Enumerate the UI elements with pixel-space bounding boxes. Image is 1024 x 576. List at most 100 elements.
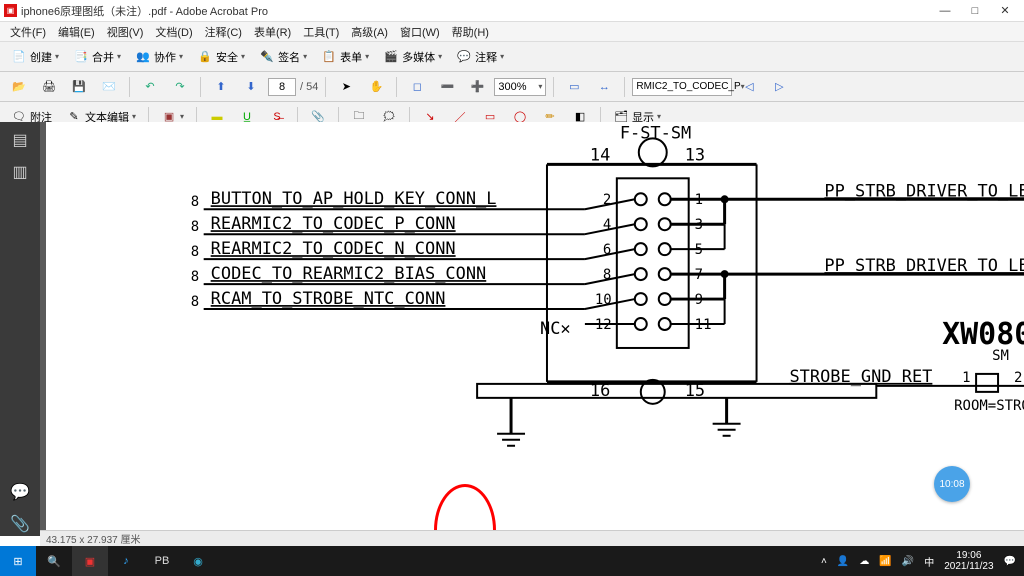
zoom-out-button[interactable]: ➖ [434, 76, 460, 98]
pdf-app-icon: ▣ [4, 4, 17, 17]
svg-text:8: 8 [191, 194, 199, 210]
svg-text:8: 8 [191, 269, 199, 285]
svg-text:STROBE_GND_RET: STROBE_GND_RET [789, 366, 932, 386]
create-button[interactable]: 📄创建▾ [6, 46, 64, 68]
undo-icon: ↶ [142, 79, 158, 95]
pages-panel-button[interactable]: ▤ [8, 128, 32, 152]
select-tool[interactable]: ➤ [333, 76, 359, 98]
close-button[interactable]: ✕ [998, 4, 1012, 18]
start-button[interactable]: ⊞ [0, 546, 36, 576]
cursor-coords: 43.175 x 27.937 厘米 [46, 531, 141, 546]
svg-text:8: 8 [191, 294, 199, 310]
marquee-icon: ◻ [409, 79, 425, 95]
page-up-button[interactable]: ⬆ [208, 76, 234, 98]
print-icon: 🖨 [41, 79, 57, 95]
tray-cloud-icon[interactable]: ☁ [859, 556, 869, 567]
find-input[interactable]: RMIC2_TO_CODEC_P▾ [632, 78, 732, 96]
taskbar-pb[interactable]: PB [144, 546, 180, 576]
document-viewport[interactable]: .wire{stroke:#000;stroke-width:3;fill:no… [40, 122, 1024, 536]
comments-icon: 💬 [10, 482, 30, 502]
merge-icon: 📑 [73, 49, 89, 65]
net-left-group: 8 BUTTON_TO_AP_HOLD_KEY_CONN_L 8 REARMIC… [191, 188, 635, 338]
tray-ime[interactable]: 中 [924, 554, 934, 569]
recording-time-badge: 10:08 [934, 466, 970, 502]
page-down-button[interactable]: ⬇ [238, 76, 264, 98]
hand-icon: ✋ [368, 79, 384, 95]
menu-view[interactable]: 视图(V) [101, 24, 150, 40]
sign-button[interactable]: ✒️签名▾ [254, 46, 312, 68]
form-button[interactable]: 📋表单▾ [316, 46, 374, 68]
maximize-button[interactable]: □ [968, 4, 982, 18]
taskbar-edge[interactable]: ◉ [180, 546, 216, 576]
fit-width-button[interactable]: ↔ [591, 76, 617, 98]
find-prev-button[interactable]: ◁ [736, 76, 762, 98]
toolbar-actions: 📄创建▾ 📑合并▾ 👥协作▾ 🔒安全▾ ✒️签名▾ 📋表单▾ 🎬多媒体▾ 💬注释… [0, 42, 1024, 72]
find-next-button[interactable]: ▷ [766, 76, 792, 98]
folder-open-icon: 📂 [11, 79, 27, 95]
hand-tool[interactable]: ✋ [363, 76, 389, 98]
titlebar: ▣ iphone6原理图纸（未注）.pdf - Adobe Acrobat Pr… [0, 0, 1024, 22]
undo-button[interactable]: ↶ [137, 76, 163, 98]
comment-icon: 💬 [456, 49, 472, 65]
comment-button[interactable]: 💬注释▾ [451, 46, 509, 68]
media-button[interactable]: 🎬多媒体▾ [378, 46, 447, 68]
email-button[interactable]: ✉️ [96, 76, 122, 98]
save-button[interactable]: 💾 [66, 76, 92, 98]
menu-help[interactable]: 帮助(H) [446, 24, 495, 40]
taskbar-clock[interactable]: 19:06 2021/11/23 [944, 550, 993, 572]
bookmarks-panel-button[interactable]: ▥ [8, 160, 32, 184]
merge-button[interactable]: 📑合并▾ [68, 46, 126, 68]
svg-text:14: 14 [590, 144, 610, 164]
menu-tools[interactable]: 工具(T) [297, 24, 345, 40]
arrow-down-icon: ⬇ [243, 79, 259, 95]
menu-advanced[interactable]: 高级(A) [345, 24, 394, 40]
schematic-svg: .wire{stroke:#000;stroke-width:3;fill:no… [46, 122, 1024, 536]
print-button[interactable]: 🖨 [36, 76, 62, 98]
svg-text:NC✕: NC✕ [540, 318, 571, 338]
fit-page-button[interactable]: ▭ [561, 76, 587, 98]
bookmark-icon: ▥ [12, 162, 27, 182]
menu-comment[interactable]: 注释(C) [199, 24, 248, 40]
svg-text:BUTTON_TO_AP_HOLD_KEY_CONN_L: BUTTON_TO_AP_HOLD_KEY_CONN_L [211, 188, 497, 208]
menu-document[interactable]: 文档(D) [149, 24, 198, 40]
tray-volume-icon[interactable]: 🔊 [902, 556, 914, 567]
svg-text:8: 8 [191, 244, 199, 260]
attachments-panel-button[interactable]: 📎 [8, 512, 32, 536]
menu-file[interactable]: 文件(F) [4, 24, 52, 40]
tray-notifications-icon[interactable]: 💬 [1004, 556, 1016, 567]
marquee-tool[interactable]: ◻ [404, 76, 430, 98]
search-icon: 🔍 [47, 555, 61, 568]
windows-taskbar: ⊞ 🔍 ▣ ♪ PB ◉ ˄ 👤 ☁ 📶 🔊 中 19:06 2021/11/2… [0, 546, 1024, 576]
mail-icon: ✉️ [101, 79, 117, 95]
tray-people-icon[interactable]: 👤 [837, 556, 849, 567]
tray-chevron-icon[interactable]: ˄ [821, 556, 827, 567]
menu-forms[interactable]: 表单(R) [248, 24, 297, 40]
collab-button[interactable]: 👥协作▾ [130, 46, 188, 68]
comments-panel-button[interactable]: 💬 [8, 480, 32, 504]
svg-text:2: 2 [1014, 370, 1022, 386]
tray-wifi-icon[interactable]: 📶 [879, 556, 891, 567]
save-icon: 💾 [71, 79, 87, 95]
svg-text:PP_STRB_DRIVER_TO_LE: PP_STRB_DRIVER_TO_LE [824, 255, 1024, 275]
zoom-in-icon: ➕ [469, 79, 485, 95]
zoom-select[interactable]: 300%▾ [494, 78, 546, 96]
taskbar-app2[interactable]: ♪ [108, 546, 144, 576]
minimize-button[interactable]: — [938, 4, 952, 18]
arrow-up-icon: ⬆ [213, 79, 229, 95]
menubar: 文件(F) 编辑(E) 视图(V) 文档(D) 注释(C) 表单(R) 工具(T… [0, 22, 1024, 42]
taskbar-acrobat[interactable]: ▣ [72, 546, 108, 576]
page-number-input[interactable] [268, 78, 296, 96]
svg-text:REARMIC2_TO_CODEC_P_CONN: REARMIC2_TO_CODEC_P_CONN [211, 213, 456, 233]
search-task-button[interactable]: 🔍 [36, 546, 72, 576]
open-button[interactable]: 📂 [6, 76, 32, 98]
cursor-icon: ➤ [338, 79, 354, 95]
zoom-out-icon: ➖ [439, 79, 455, 95]
menu-window[interactable]: 窗口(W) [394, 24, 446, 40]
zoom-in-button[interactable]: ➕ [464, 76, 490, 98]
create-icon: 📄 [11, 49, 27, 65]
redo-button[interactable]: ↷ [167, 76, 193, 98]
fit-width-icon: ↔ [596, 79, 612, 95]
menu-edit[interactable]: 编辑(E) [52, 24, 101, 40]
secure-button[interactable]: 🔒安全▾ [192, 46, 250, 68]
status-bar: 43.175 x 27.937 厘米 [40, 530, 1024, 546]
